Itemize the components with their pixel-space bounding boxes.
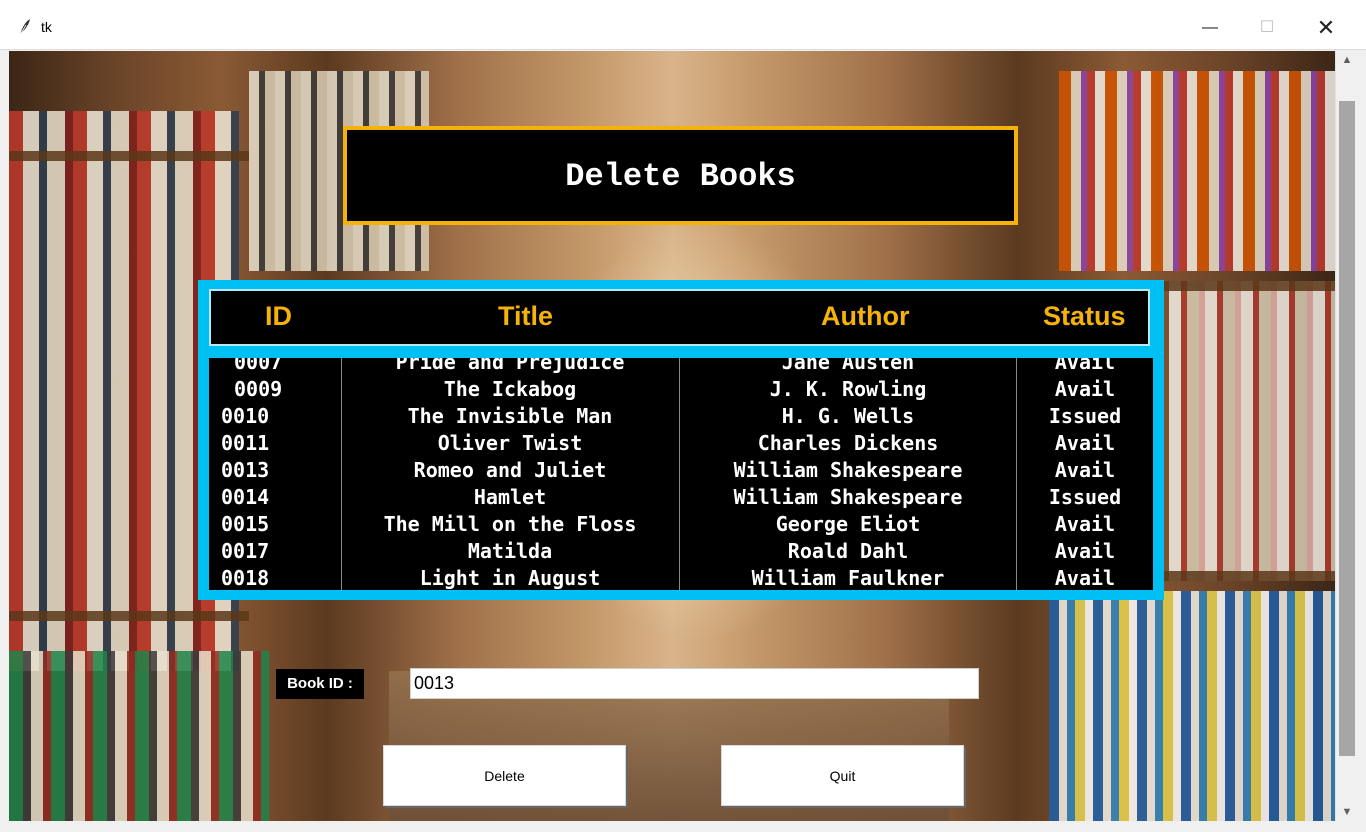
quit-button[interactable]: Quit: [721, 745, 964, 806]
table-row[interactable]: 0015 The Mill on the Floss George Eliot …: [209, 511, 1153, 538]
table-row[interactable]: 0013 Romeo and Juliet William Shakespear…: [209, 457, 1153, 484]
vertical-scrollbar[interactable]: ▲ ▼: [1335, 51, 1358, 821]
scroll-up-icon[interactable]: ▲: [1336, 51, 1358, 69]
cell-title: Romeo and Juliet: [413, 458, 607, 482]
cell-author: William Faulkner: [751, 566, 945, 590]
cell-id: 0018: [221, 566, 270, 590]
cell-title: Light in August: [419, 566, 601, 590]
books-table-frame: ID Title Author Status 0007 Pride and Pr…: [198, 280, 1164, 600]
page-title: Delete Books: [565, 158, 796, 195]
cell-status: Issued: [1048, 485, 1122, 509]
cell-id: 0007: [234, 358, 283, 374]
cell-author: George Eliot: [775, 512, 921, 536]
feather-icon: [19, 19, 30, 36]
scrollbar-thumb[interactable]: [1339, 101, 1355, 756]
cell-author: Charles Dickens: [757, 431, 939, 455]
title-bar: tk — ☐ ✕: [0, 0, 1366, 50]
cell-title: Oliver Twist: [437, 431, 583, 455]
cell-title: The Ickabog: [443, 377, 577, 401]
cell-author: William Shakespeare: [733, 485, 963, 509]
table-row[interactable]: 0009 The Ickabog J. K. Rowling Avail: [209, 376, 1153, 403]
cell-id: 0011: [221, 431, 270, 455]
scroll-down-icon[interactable]: ▼: [1336, 803, 1358, 821]
cell-author: J. K. Rowling: [769, 377, 927, 401]
cell-id: 0015: [221, 512, 270, 536]
cell-id: 0017: [221, 539, 270, 563]
table-row[interactable]: 0017 Matilda Roald Dahl Avail: [209, 538, 1153, 565]
header-id: ID: [265, 301, 292, 331]
maximize-icon[interactable]: ☐: [1247, 13, 1287, 43]
window-title: tk: [41, 19, 52, 35]
cell-author: Roald Dahl: [787, 539, 909, 563]
table-row[interactable]: 0018 Light in August William Faulkner Av…: [209, 565, 1153, 590]
table-row[interactable]: 0011 Oliver Twist Charles Dickens Avail: [209, 430, 1153, 457]
cell-title: Matilda: [467, 539, 553, 563]
cell-author: H. G. Wells: [781, 404, 915, 428]
table-row[interactable]: 0014 Hamlet William Shakespeare Issued: [209, 484, 1153, 511]
table-header: ID Title Author Status: [209, 289, 1150, 346]
cell-id: 0013: [221, 458, 270, 482]
cell-id: 0014: [221, 485, 270, 509]
cell-status: Avail: [1054, 431, 1116, 455]
table-row[interactable]: 0007 Pride and Prejudice Jane Austen Ava…: [209, 358, 1153, 376]
header-author: Author: [821, 301, 910, 331]
cell-author: William Shakespeare: [733, 458, 963, 482]
cell-status: Avail: [1054, 358, 1116, 374]
header-title: Title: [498, 301, 554, 331]
book-id-input[interactable]: [410, 668, 979, 699]
book-id-label-box: Book ID :: [276, 669, 364, 699]
heading-frame: Delete Books: [343, 126, 1018, 225]
cell-title: Pride and Prejudice: [395, 358, 625, 374]
table-row[interactable]: 0010 The Invisible Man H. G. Wells Issue…: [209, 403, 1153, 430]
minimize-icon[interactable]: —: [1190, 13, 1230, 43]
cell-status: Avail: [1054, 566, 1116, 590]
close-icon[interactable]: ✕: [1306, 13, 1346, 43]
books-list[interactable]: 0007 Pride and Prejudice Jane Austen Ava…: [209, 358, 1153, 590]
delete-button[interactable]: Delete: [383, 745, 626, 806]
cell-title: Hamlet: [473, 485, 547, 509]
cell-author: Jane Austen: [781, 358, 915, 374]
header-status: Status: [1043, 301, 1126, 331]
cell-title: The Invisible Man: [407, 404, 613, 428]
cell-id: 0009: [234, 377, 283, 401]
cell-id: 0010: [221, 404, 270, 428]
cell-title: The Mill on the Floss: [383, 512, 637, 536]
cell-status: Avail: [1054, 512, 1116, 536]
cell-status: Avail: [1054, 458, 1116, 482]
cell-status: Avail: [1054, 377, 1116, 401]
cell-status: Avail: [1054, 539, 1116, 563]
book-id-label: Book ID :: [287, 675, 353, 692]
cell-status: Issued: [1048, 404, 1122, 428]
